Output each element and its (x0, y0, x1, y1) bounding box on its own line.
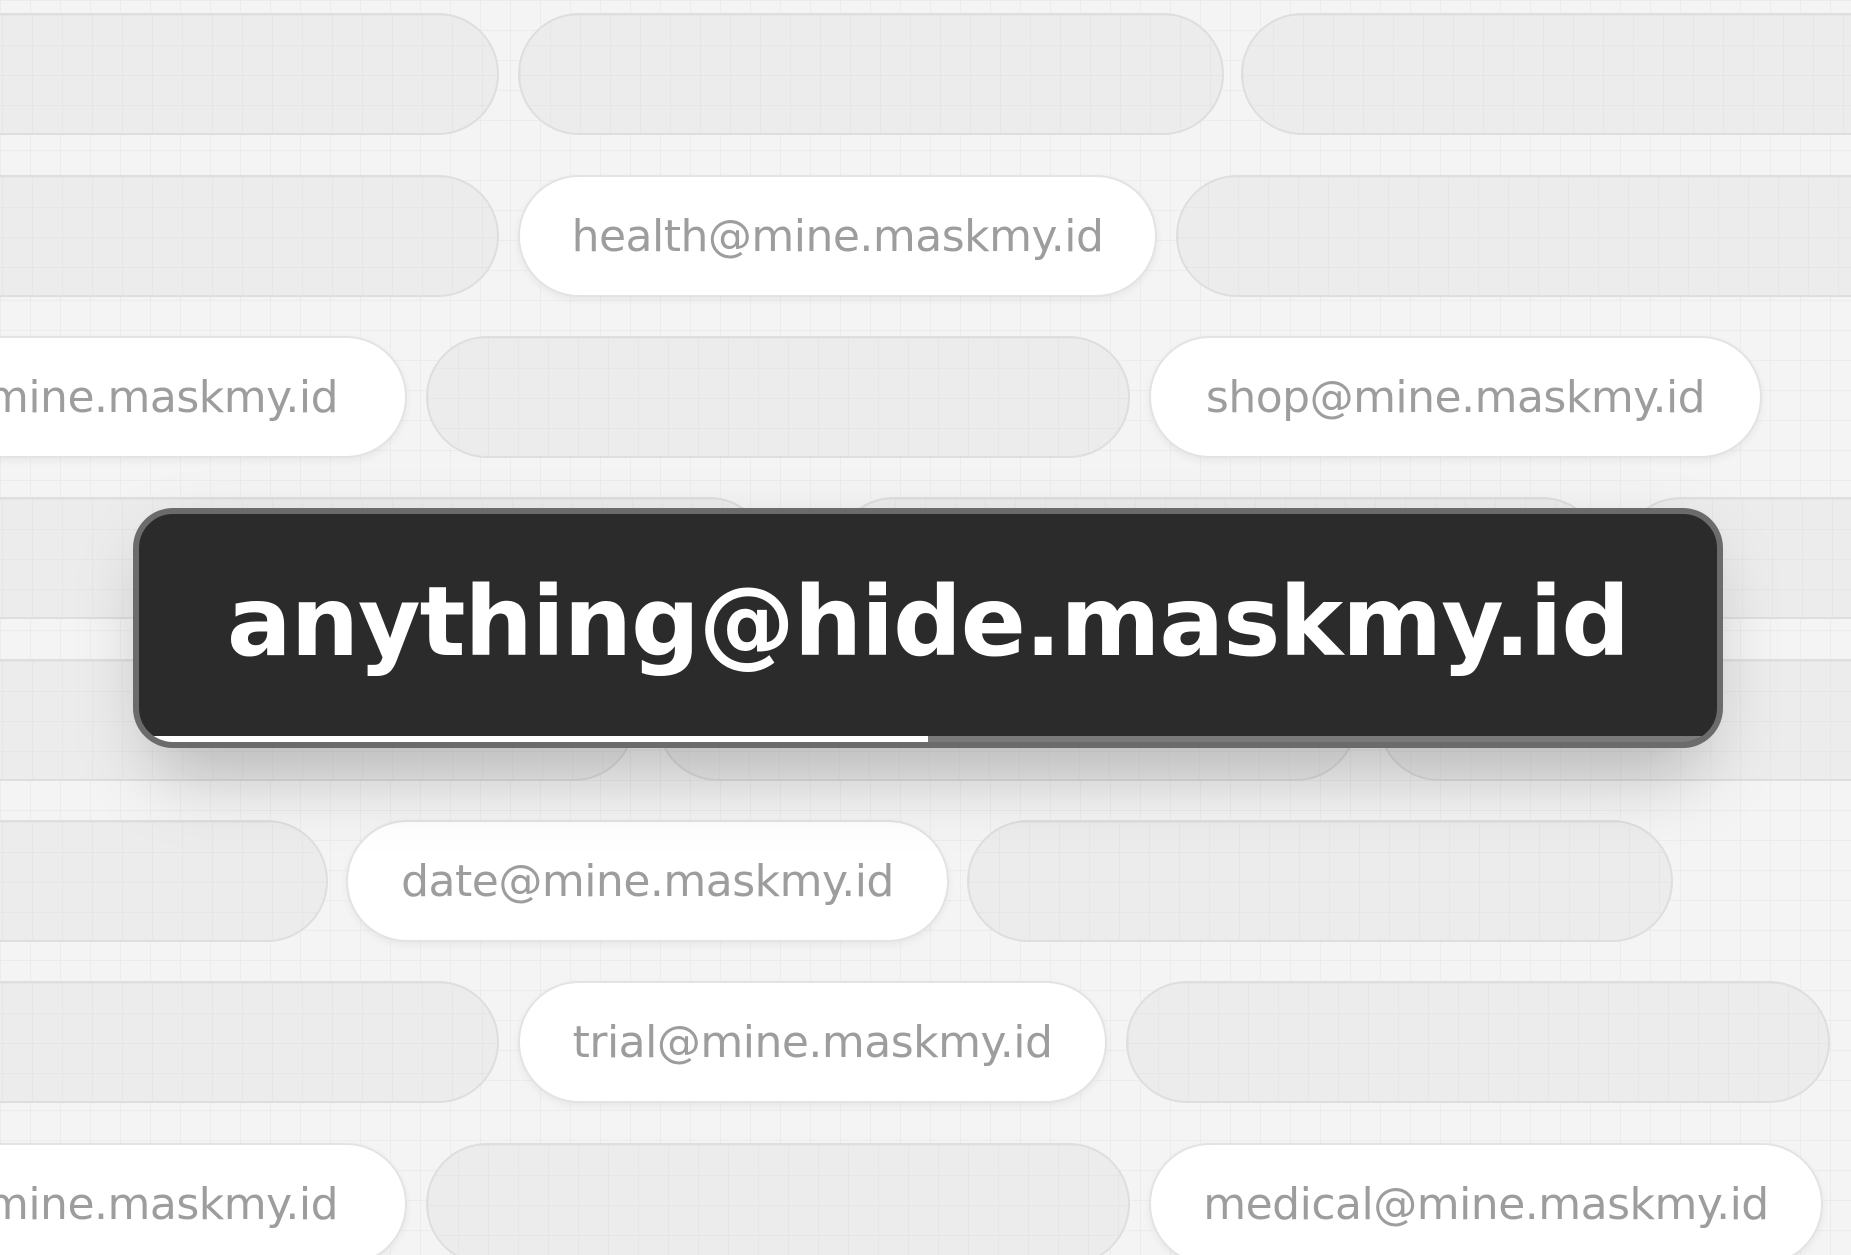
alias-label: health@mine.maskmy.id (571, 210, 1104, 262)
alias-pill-date[interactable]: date@mine.maskmy.id (346, 820, 949, 942)
alias-pill-clipped[interactable]: mine.maskmy.id (0, 1143, 407, 1255)
placeholder-pill (426, 1143, 1130, 1255)
alias-label: mine.maskmy.id (0, 1178, 339, 1230)
hero-progress-bar (139, 736, 1717, 742)
alias-label: date@mine.maskmy.id (401, 855, 894, 907)
hero-address: anything@hide.maskmy.id (226, 566, 1630, 678)
placeholder-pill (1126, 981, 1830, 1103)
alias-label: shop@mine.maskmy.id (1205, 371, 1706, 423)
placeholder-pill (426, 336, 1130, 458)
placeholder-pill (0, 175, 499, 297)
placeholder-pill (1176, 175, 1851, 297)
alias-label: mine.maskmy.id (0, 371, 339, 423)
placeholder-pill (967, 820, 1673, 942)
placeholder-pill (518, 13, 1224, 135)
alias-wall: health@mine.maskmy.id mine.maskmy.id sho… (0, 0, 1851, 1255)
alias-pill-trial[interactable]: trial@mine.maskmy.id (518, 981, 1107, 1103)
placeholder-pill (0, 981, 499, 1103)
alias-pill-medical[interactable]: medical@mine.maskmy.id (1149, 1143, 1823, 1255)
hero-address-card[interactable]: anything@hide.maskmy.id (133, 508, 1723, 748)
placeholder-pill (1241, 13, 1851, 135)
alias-pill-shop[interactable]: shop@mine.maskmy.id (1149, 336, 1762, 458)
placeholder-pill (0, 820, 328, 942)
alias-pill-health[interactable]: health@mine.maskmy.id (518, 175, 1157, 297)
alias-label: medical@mine.maskmy.id (1203, 1178, 1769, 1230)
hero-progress-fill (139, 736, 928, 742)
placeholder-pill (0, 13, 499, 135)
alias-pill-clipped[interactable]: mine.maskmy.id (0, 336, 407, 458)
alias-label: trial@mine.maskmy.id (572, 1016, 1053, 1068)
